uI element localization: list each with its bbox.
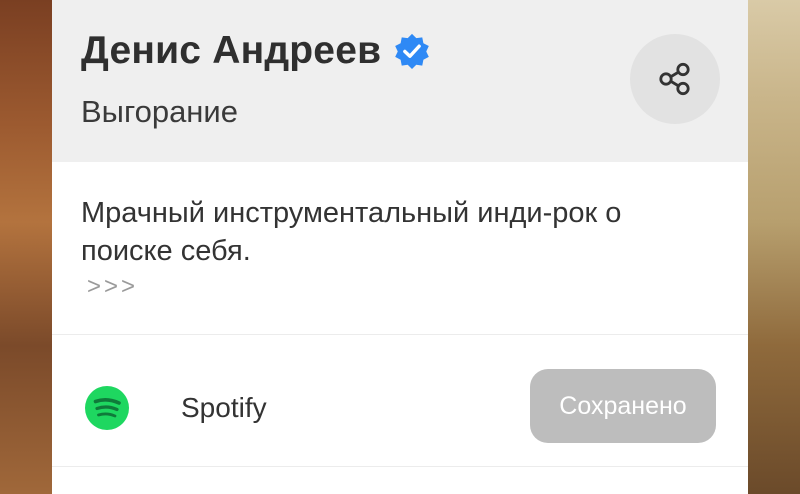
artist-name: Денис Андреев (81, 29, 382, 72)
verified-badge-icon (395, 33, 430, 70)
share-icon (659, 62, 690, 96)
spotify-icon (85, 386, 129, 430)
release-description: Мрачный инструментальный инди-рок о поис… (81, 197, 622, 267)
release-header: Денис Андреев Выгорание (52, 0, 748, 162)
artist-row: Денис Андреев (81, 28, 431, 74)
background-left (0, 0, 52, 494)
album-title: Выгорание (81, 94, 238, 129)
background-right (748, 0, 800, 494)
divider (52, 466, 748, 467)
saved-button[interactable]: Сохранено (530, 369, 716, 443)
read-more-link[interactable]: >>> (87, 273, 138, 301)
service-name: Spotify (181, 392, 267, 423)
share-button[interactable] (630, 34, 720, 124)
divider (52, 334, 748, 335)
release-card: Денис Андреев Выгорание Мрачный инструме… (52, 0, 748, 494)
